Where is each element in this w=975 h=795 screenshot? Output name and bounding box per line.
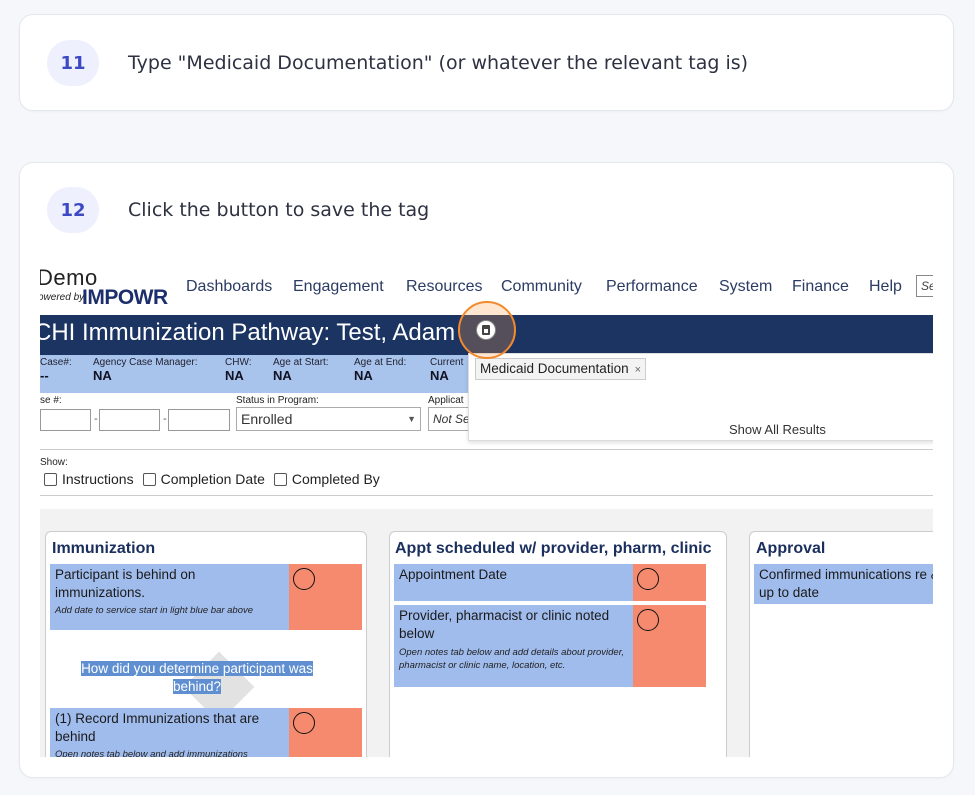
task-title: Provider, pharmacist or clinic noted bel…	[399, 608, 610, 641]
divider	[40, 495, 933, 496]
step-card-12: 12 Click the button to save the tag Demo…	[19, 162, 954, 778]
decision-question-text: How did you determine participant was be…	[81, 661, 313, 694]
pathway-board: Immunization Participant is behind on im…	[40, 509, 933, 757]
task-status[interactable]	[633, 564, 706, 601]
nav-resources[interactable]: Resources	[406, 278, 482, 296]
task-status[interactable]	[289, 564, 362, 630]
task-card[interactable]: Confirmed immunications re & up to date	[754, 564, 933, 604]
info-label: Current	[430, 357, 464, 368]
task-status[interactable]	[289, 708, 362, 757]
status-label: Status in Program:	[236, 395, 319, 406]
instructions-checkbox[interactable]	[44, 472, 57, 486]
application-label: Applicat	[428, 395, 464, 406]
logo-brand: IMPOWR	[82, 286, 168, 309]
info-label: Case#:	[40, 357, 72, 368]
pathway-column-appointment: Appt scheduled w/ provider, pharm, clini…	[389, 531, 727, 757]
task-card[interactable]: Appointment Date	[394, 564, 706, 601]
nav-help[interactable]: Help	[869, 278, 902, 296]
show-all-results-link[interactable]: Show All Results	[729, 422, 826, 437]
info-value: NA	[354, 368, 373, 383]
status-circle-icon	[293, 568, 315, 590]
case-number-part-2[interactable]	[99, 409, 160, 431]
nav-system[interactable]: System	[719, 278, 772, 296]
info-value: --	[40, 368, 49, 383]
nav-dashboards[interactable]: Dashboards	[186, 278, 272, 296]
status-circle-icon	[637, 609, 659, 631]
status-circle-icon	[293, 712, 315, 734]
checkbox-label: Completed By	[291, 471, 380, 487]
application-value: Not Se	[433, 412, 470, 426]
task-status[interactable]	[633, 605, 706, 687]
task-title: Participant is behind on immunizations.	[55, 567, 196, 600]
save-icon	[482, 325, 490, 335]
status-value: Enrolled	[241, 411, 293, 427]
case-info-bar: Case#: -- Agency Case Manager: NA CHW: N…	[40, 355, 470, 393]
step-number: 11	[47, 40, 99, 86]
info-value: NA	[273, 368, 292, 383]
show-label: Show:	[40, 457, 68, 468]
info-value: NA	[225, 368, 244, 383]
divider	[40, 449, 933, 450]
tag-value: Medicaid Documentation	[480, 361, 629, 376]
info-label: Agency Case Manager:	[93, 357, 198, 368]
search-input[interactable]: Se	[916, 275, 933, 297]
case-number-label: se #:	[40, 395, 62, 406]
column-title: Approval	[756, 540, 826, 557]
nav-community[interactable]: Community	[501, 278, 582, 296]
case-number-part-1[interactable]	[40, 409, 91, 431]
pathway-column-approval: Approval Confirmed immunications re & up…	[749, 531, 933, 757]
info-label: CHW:	[225, 357, 252, 368]
task-card[interactable]: Provider, pharmacist or clinic noted bel…	[394, 605, 706, 687]
info-value: NA	[430, 368, 449, 383]
pathway-column-immunization: Immunization Participant is behind on im…	[45, 531, 367, 757]
tag-chip[interactable]: Medicaid Documentation ×	[475, 358, 647, 380]
page-title: CHI Immunization Pathway: Test, Adam	[40, 319, 456, 346]
decision-question[interactable]: How did you determine participant was be…	[72, 660, 322, 696]
info-label: Age at Start:	[273, 357, 329, 368]
checkbox-label: Instructions	[62, 471, 134, 487]
completed-by-checkbox[interactable]	[273, 472, 287, 486]
show-options: Instructions Completion Date Completed B…	[44, 471, 389, 487]
checkbox-label: Completion Date	[160, 471, 265, 487]
task-title: Appointment Date	[399, 567, 508, 582]
column-title: Appt scheduled w/ provider, pharm, clini…	[395, 540, 712, 557]
completion-date-checkbox[interactable]	[142, 472, 156, 486]
column-title: Immunization	[52, 540, 156, 557]
chevron-down-icon: ▼	[407, 414, 416, 424]
save-tag-button[interactable]	[476, 320, 496, 340]
step-number: 12	[47, 187, 99, 233]
nav-engagement[interactable]: Engagement	[293, 278, 384, 296]
task-title: (1) Record Immunizations that are behind	[55, 711, 260, 744]
task-card[interactable]: Participant is behind on immunizations. …	[50, 564, 362, 630]
tag-remove-icon[interactable]: ×	[635, 364, 641, 376]
task-instruction: Add date to service start in light blue …	[55, 605, 254, 616]
nav-finance[interactable]: Finance	[792, 278, 849, 296]
app-screenshot: Demo owered by IMPOWR Dashboards Engagem…	[40, 259, 933, 757]
status-circle-icon	[637, 568, 659, 590]
info-value: NA	[93, 368, 112, 383]
step-instruction: Click the button to save the tag	[128, 199, 430, 221]
task-title: Confirmed immunications re & up to date	[759, 567, 933, 600]
step-card-11: 11 Type "Medicaid Documentation" (or wha…	[19, 14, 954, 111]
task-instruction: Open notes tab below and add immunizatio…	[55, 749, 248, 757]
logo-powered-by: owered by	[40, 292, 85, 303]
task-instruction: Open notes tab below and add details abo…	[399, 647, 624, 671]
info-label: Age at End:	[354, 357, 407, 368]
tag-dropdown[interactable]: Medicaid Documentation × Show All Results	[468, 353, 933, 441]
case-number-part-3[interactable]	[168, 409, 230, 431]
nav-performance[interactable]: Performance	[606, 278, 698, 296]
status-select[interactable]: Enrolled ▼	[236, 407, 421, 431]
task-card[interactable]: (1) Record Immunizations that are behind…	[50, 708, 362, 757]
step-instruction: Type "Medicaid Documentation" (or whatev…	[128, 52, 749, 74]
